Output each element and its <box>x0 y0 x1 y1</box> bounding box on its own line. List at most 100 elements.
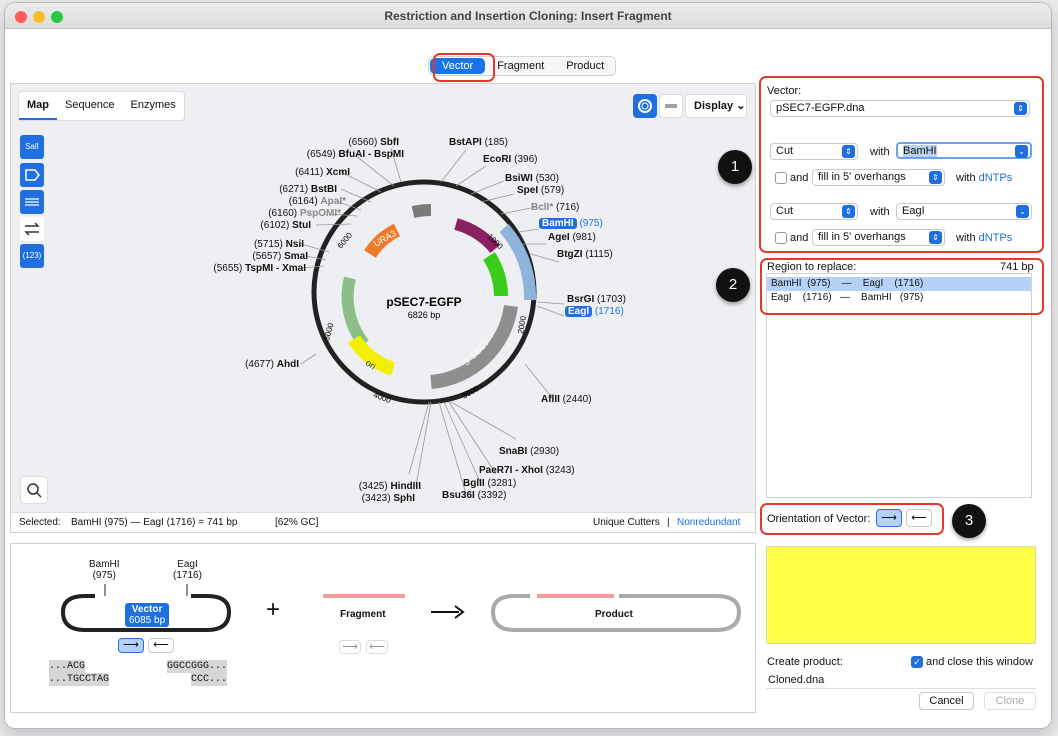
checkmark-icon: ✓ <box>913 657 921 667</box>
vector-file-value: pSEC7-EGFP.dna <box>776 102 865 114</box>
cut1-fill-select[interactable]: fill in 5' overhangs ⇕ <box>812 169 945 186</box>
tab-fragment[interactable]: Fragment <box>486 57 555 75</box>
vector-file-select[interactable]: pSEC7-EGFP.dna ⇕ <box>770 100 1030 117</box>
map-status-bar: Selected: BamHI (975) — EagI (1716) = 74… <box>11 512 755 532</box>
left-seq-bottom: ...TGCCTAG <box>49 673 110 686</box>
enzyme-snabi[interactable]: SnaBI (2930) <box>499 446 559 457</box>
cut2-action-select[interactable]: Cut ⇕ <box>770 203 858 220</box>
updown-icon: ⇕ <box>1014 102 1027 115</box>
cut2-dntps-link[interactable]: dNTPs <box>979 232 1013 244</box>
enzyme-bcli[interactable]: BclI* (716) <box>531 202 579 213</box>
enzyme-smai[interactable]: (5657) SmaI <box>252 251 308 262</box>
enzyme-bstapi[interactable]: BstAPI (185) <box>449 137 508 148</box>
enzyme-bsu36i[interactable]: Bsu36I (3392) <box>442 490 506 501</box>
enzyme-btgzi[interactable]: BtgZI (1115) <box>557 249 613 260</box>
right-seq-top: GGCCGGG... <box>167 660 228 673</box>
cut1-fill-value: fill in 5' overhangs <box>818 171 906 183</box>
vector-forward-toggle[interactable]: ⟶ <box>118 638 144 653</box>
enzyme-aflii[interactable]: AflII (2440) <box>541 394 592 405</box>
enzyme-sbfi[interactable]: (6560) SbfI <box>348 137 399 148</box>
tick-4000: 4000 <box>372 390 392 405</box>
cut1-action-value: Cut <box>776 145 794 157</box>
nonredundant-link[interactable]: Nonredundant <box>677 513 740 533</box>
zoom-window-button[interactable] <box>51 11 63 23</box>
plasmid-name: pSEC7-EGFP <box>386 295 461 309</box>
right-sequence: GGCCGGG... CCC... <box>167 660 228 686</box>
enzyme-xcmi[interactable]: (6411) XcmI <box>295 167 350 178</box>
plus-sign: + <box>266 596 281 623</box>
fragment-reverse-toggle[interactable]: ⟵ <box>366 640 388 654</box>
vector-reverse-toggle[interactable]: ⟵ <box>148 638 174 653</box>
cut1-enzyme-select[interactable]: BamHI ⌄ <box>896 142 1032 159</box>
product-label: Product <box>595 609 633 620</box>
vector-label: Vector: <box>767 85 802 97</box>
cut2-enzyme-value: EagI <box>902 205 925 217</box>
enzyme-bglii[interactable]: BglII (3281) <box>463 478 516 489</box>
cut1-action-select[interactable]: Cut ⇕ <box>770 143 858 160</box>
selected-range: BamHI (975) — EagI (1716) = 741 bp <box>71 517 238 528</box>
cut1-with-label: with <box>870 146 890 158</box>
gc-content: [62% GC] <box>275 517 319 528</box>
enzyme-ecori[interactable]: EcoRI (396) <box>483 154 537 165</box>
cut1-dntps-link[interactable]: dNTPs <box>979 172 1013 184</box>
enzyme-bamhi[interactable]: BamHI (975) <box>539 218 603 229</box>
enzyme-spei[interactable]: SpeI (579) <box>517 185 564 196</box>
enzyme-nsii[interactable]: (5715) NsiI <box>254 239 304 250</box>
left-seq-top: ...ACG <box>49 660 86 673</box>
clone-button[interactable]: Clone <box>984 692 1036 710</box>
enzyme-apai[interactable]: (6164) ApaI* <box>289 196 346 207</box>
fragment-label: Fragment <box>340 609 386 620</box>
close-window-button[interactable] <box>15 11 27 23</box>
cut1-enzyme-value: BamHI <box>903 145 937 157</box>
arrow-right-icon: ⟶ <box>342 641 358 653</box>
enzyme-bsrgi[interactable]: BsrGI (1703) <box>567 294 626 305</box>
close-window-checkbox[interactable]: ✓ <box>911 656 923 668</box>
product-filename-field[interactable]: Cloned.dna <box>766 671 1036 689</box>
chevron-down-icon: ⌄ <box>1016 205 1029 218</box>
cut2-and-label: and <box>790 232 809 244</box>
enzyme-bfuai[interactable]: (6549) BfuAI - BspMI <box>307 149 404 160</box>
enzyme-eagi[interactable]: EagI (1716) <box>565 306 624 317</box>
cut2-action-value: Cut <box>776 205 794 217</box>
unique-cutters-link[interactable]: Unique Cutters <box>593 513 660 533</box>
right-seq-bottom: CCC... <box>191 673 228 686</box>
cut2-fill-checkbox[interactable] <box>775 232 787 244</box>
annotation-badge-2: 2 <box>716 268 750 302</box>
arrow-left-icon: ⟵ <box>369 641 385 653</box>
create-product-label: Create product: <box>767 656 843 668</box>
fragment-forward-toggle[interactable]: ⟶ <box>339 640 361 654</box>
enzyme-hindiii[interactable]: (3425) HindIII <box>359 481 421 492</box>
cut1-fill-checkbox[interactable] <box>775 172 787 184</box>
vector-chip: Vector 6085 bp <box>125 603 170 627</box>
plasmid-size: 6826 bp <box>408 310 441 320</box>
tick-6000: 6000 <box>336 230 355 250</box>
feature-gray-top <box>411 204 432 218</box>
cut2-with-label: with <box>870 206 890 218</box>
enzyme-sphi[interactable]: (3423) SphI <box>362 493 415 504</box>
updown-icon: ⇕ <box>929 171 942 184</box>
highlight-vector-tab <box>433 53 495 82</box>
tab-product[interactable]: Product <box>555 57 615 75</box>
enzyme-pspomi[interactable]: (6160) PspOMI* <box>268 208 341 219</box>
enzyme-stui[interactable]: (6102) StuI <box>260 220 311 231</box>
highlight-orientation <box>760 503 944 535</box>
tick-5000: 5000 <box>322 321 335 341</box>
enzyme-agei[interactable]: AgeI (981) <box>548 232 596 243</box>
arrow-left-icon: ⟵ <box>153 639 169 651</box>
cut2-fill-select[interactable]: fill in 5' overhangs ⇕ <box>812 229 945 246</box>
product-preview-area <box>766 546 1036 644</box>
minimize-window-button[interactable] <box>33 11 45 23</box>
chevron-down-icon: ⌄ <box>1015 145 1028 158</box>
enzyme-paer7i-xhoi[interactable]: PaeR7I - XhoI (3243) <box>479 465 575 476</box>
enzyme-bstbi[interactable]: (6271) BstBI <box>279 184 337 195</box>
arrow-right-icon: ⟶ <box>123 639 139 651</box>
enzyme-ahdi[interactable]: (4677) AhdI <box>245 359 299 370</box>
annotation-badge-1: 1 <box>718 150 752 184</box>
cut1-with-dntps: with dNTPs <box>956 172 1013 184</box>
cloning-diagram-graphic <box>60 584 742 632</box>
cancel-button[interactable]: Cancel <box>919 692 974 710</box>
enzyme-bsiwi[interactable]: BsiWI (530) <box>505 173 559 184</box>
enzyme-tspmi-xmai[interactable]: (5655) TspMI - XmaI <box>213 263 306 274</box>
cut2-enzyme-select[interactable]: EagI ⌄ <box>896 203 1032 220</box>
left-sequence: ...ACG ...TGCCTAG <box>49 660 110 686</box>
